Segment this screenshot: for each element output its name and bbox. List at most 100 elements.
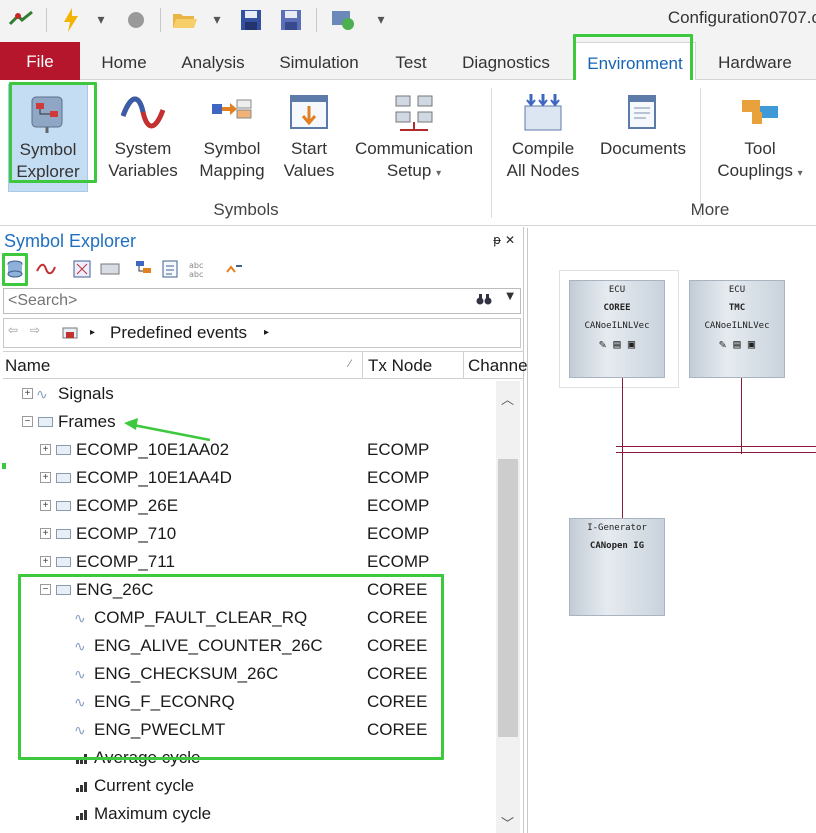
customize-toolbar-icon[interactable]: ▾ (372, 6, 390, 34)
svg-text:abc: abc (189, 261, 203, 270)
tx-node: COREE (367, 636, 428, 655)
ecu-node-coree[interactable]: ECU COREE CANoeILNLVec ✎ ▤ ▣ (569, 280, 665, 378)
symbol-mapping-button[interactable]: Symbol Mapping (190, 84, 274, 192)
system-variables-label-2: Variables (108, 161, 178, 180)
tab-simulation[interactable]: Simulation (268, 42, 370, 80)
simulation-setup-canvas[interactable]: ECU COREE CANoeILNLVec ✎ ▤ ▣ ECU TMC CAN… (527, 228, 816, 833)
chevron-right-icon[interactable]: ▸ (264, 327, 269, 338)
panel-pin-close[interactable]: ᵽ ✕ (493, 233, 515, 247)
breadcrumb: ⇦ ⇨ ▸ Predefined events ▸ (3, 318, 521, 348)
table-row[interactable]: ∿ COMP_FAULT_CLEAR_RQ COREE (0, 605, 496, 633)
mapping-icon[interactable] (70, 257, 94, 281)
column-name[interactable]: Name (5, 356, 50, 376)
configuration-options-icon[interactable] (326, 6, 360, 34)
forward-icon[interactable]: ⇨ (30, 323, 40, 337)
table-row[interactable]: − ENG_26C COREE (0, 577, 496, 605)
save-icon[interactable] (236, 6, 266, 34)
search-input[interactable] (4, 289, 444, 313)
bus-line (616, 446, 816, 447)
system-variables-label-1: System (114, 139, 172, 158)
signal-icon: ∿ (36, 386, 48, 402)
start-measurement-icon[interactable] (56, 6, 86, 34)
table-row[interactable]: ∿ ENG_PWECLMT COREE (0, 717, 496, 745)
expand-icon[interactable]: + (40, 444, 51, 455)
back-icon[interactable]: ⇦ (8, 323, 18, 337)
tool-couplings-label-1: Tool (744, 139, 776, 158)
stop-measurement-icon[interactable] (122, 6, 150, 34)
tab-diagnostics[interactable]: Diagnostics (452, 42, 560, 80)
tree-node-frames[interactable]: − Frames (0, 409, 496, 437)
signal-name: ENG_PWECLMT (94, 720, 226, 739)
column-tx-node[interactable]: Tx Node (368, 356, 432, 376)
collapse-icon[interactable]: − (40, 584, 51, 595)
table-row[interactable]: + ECOMP_10E1AA4D ECOMP (0, 465, 496, 493)
database-icon[interactable] (3, 257, 27, 281)
tab-hardware[interactable]: Hardware (706, 42, 804, 80)
compile-all-nodes-button[interactable]: Compile All Nodes (500, 84, 586, 192)
column-channel[interactable]: Channe (468, 356, 528, 376)
expand-icon[interactable]: + (40, 472, 51, 483)
collapse-icon[interactable]: − (22, 416, 33, 427)
expand-icon[interactable]: + (40, 556, 51, 567)
tx-node: COREE (367, 580, 428, 599)
table-row[interactable]: ∿ ENG_CHECKSUM_26C COREE (0, 661, 496, 689)
breadcrumb-predefined-events[interactable]: Predefined events (110, 323, 247, 343)
documents-button[interactable]: Documents (596, 84, 690, 192)
table-row[interactable]: + ECOMP_10E1AA02 ECOMP (0, 437, 496, 465)
generator-node-canopen-ig[interactable]: I-Generator CANopen IG (569, 518, 665, 616)
start-values-button[interactable]: Start Values (278, 84, 340, 192)
compare-icon[interactable] (98, 257, 122, 281)
documents-icon (628, 95, 656, 129)
signal-name: ENG_ALIVE_COUNTER_26C (94, 636, 323, 655)
expand-icon[interactable]: + (40, 528, 51, 539)
tab-file[interactable]: File (0, 42, 80, 80)
tool-couplings-button[interactable]: Tool Couplings ▾ (710, 84, 810, 192)
communication-setup-button[interactable]: Communication Setup ▾ (350, 84, 478, 192)
signal-view-icon[interactable] (34, 257, 58, 281)
document-list-icon[interactable] (158, 257, 182, 281)
ecu-node-tmc[interactable]: ECU TMC CANoeILNLVec ✎ ▤ ▣ (689, 280, 785, 378)
tab-test[interactable]: Test (382, 42, 440, 80)
save-as-icon[interactable] (276, 6, 306, 34)
vertical-scrollbar[interactable]: ︿ ﹀ (496, 381, 520, 833)
scroll-up-icon[interactable]: ︿ (501, 389, 514, 408)
tab-environment[interactable]: Environment (574, 42, 696, 81)
open-dropdown-icon[interactable]: ▾ (208, 6, 226, 34)
table-row[interactable]: Current cycle (0, 773, 496, 801)
symbol-explorer-button[interactable]: Symbol Explorer (8, 84, 88, 192)
table-row[interactable]: ∿ ENG_F_ECONRQ COREE (0, 689, 496, 717)
scroll-down-icon[interactable]: ﹀ (501, 813, 514, 832)
table-row[interactable]: Maximum cycle (0, 801, 496, 829)
system-variables-button[interactable]: System Variables (100, 84, 186, 192)
frame-name: ECOMP_10E1AA4D (76, 468, 232, 487)
table-row[interactable]: + ECOMP_26E ECOMP (0, 493, 496, 521)
table-row[interactable]: ∿ ENG_ALIVE_COUNTER_26C COREE (0, 633, 496, 661)
tree-structure-icon[interactable] (132, 257, 156, 281)
search-box[interactable]: ▼ (3, 288, 521, 314)
scroll-thumb[interactable] (498, 459, 518, 737)
tree-node-signals[interactable]: + ∿ Signals (0, 381, 496, 409)
table-row[interactable]: Average cycle (0, 745, 496, 773)
binoculars-icon[interactable] (476, 292, 492, 310)
tab-home[interactable]: Home (90, 42, 158, 80)
tab-analysis[interactable]: Analysis (170, 42, 256, 80)
start-dropdown-icon[interactable]: ▾ (92, 6, 110, 34)
chevron-right-icon[interactable]: ▸ (90, 327, 95, 338)
open-folder-icon[interactable] (168, 6, 202, 34)
tx-node: COREE (367, 664, 428, 683)
expand-icon[interactable]: + (40, 500, 51, 511)
frame-name: ENG_26C (76, 580, 154, 599)
table-row[interactable]: + ECOMP_711 ECOMP (0, 549, 496, 577)
frame-name: ECOMP_710 (76, 524, 177, 543)
collapse-all-icon[interactable] (222, 257, 246, 281)
statistics-icon (76, 754, 87, 764)
table-row[interactable]: + ECOMP_710 ECOMP (0, 521, 496, 549)
communication-setup-icon (395, 95, 433, 131)
node-bus: CANoeILNLVec (584, 321, 650, 331)
search-dropdown-icon[interactable]: ▼ (506, 291, 514, 302)
signal-icon: ∿ (74, 666, 86, 682)
statistic-name: Maximum cycle (94, 804, 212, 823)
rename-icon[interactable]: abc abc (186, 257, 214, 281)
expand-icon[interactable]: + (22, 388, 33, 399)
start-values-icon (290, 95, 328, 129)
